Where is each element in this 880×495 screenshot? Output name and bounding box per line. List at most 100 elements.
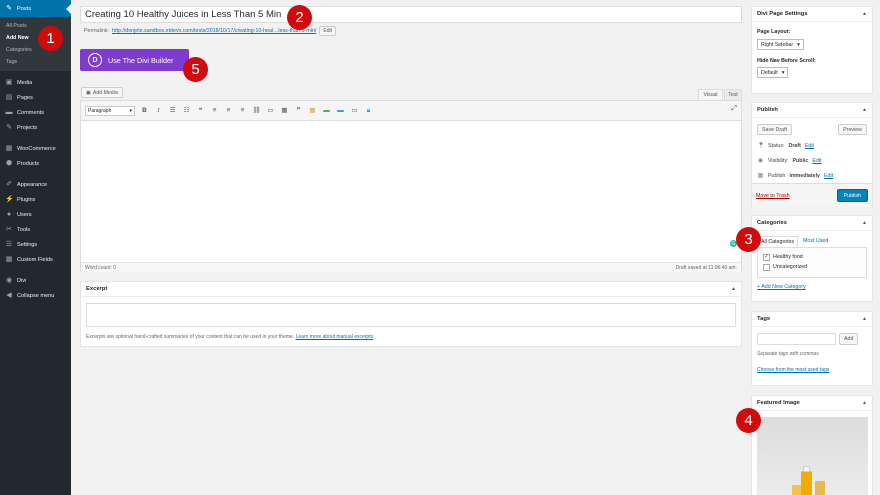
- format-select-value: Paragraph: [88, 107, 112, 114]
- excerpt-header[interactable]: Excerpt ▲: [81, 282, 741, 297]
- sidebar-item-posts[interactable]: ✎ Posts: [0, 0, 71, 17]
- schedule-edit-link[interactable]: Edit: [824, 173, 833, 179]
- collapse-arrow-icon[interactable]: ▲: [862, 316, 867, 322]
- bullet-list-icon[interactable]: ☰: [168, 106, 177, 115]
- tab-text[interactable]: Text: [724, 89, 742, 100]
- sidebar-item-products[interactable]: ⬢ Products: [0, 156, 71, 171]
- sidebar-item-label: WooCommerce: [17, 145, 56, 152]
- permalink-link[interactable]: http://donjete.sandbox.etdevs.com/tests/…: [112, 28, 316, 34]
- collapse-arrow-icon[interactable]: ▲: [862, 107, 867, 113]
- color-grid-icon[interactable]: ▦: [308, 106, 317, 115]
- add-new-category-link[interactable]: + Add New Category: [757, 284, 806, 290]
- green-bar-icon[interactable]: ▬: [322, 106, 331, 115]
- sidebar-item-label: Custom Fields: [17, 256, 53, 263]
- divi-logo-icon: D: [88, 53, 102, 67]
- divi-button-label: Use The Divi Builder: [108, 55, 174, 65]
- sidebar-item-plugins[interactable]: ⚡ Plugins: [0, 192, 71, 207]
- preview-button[interactable]: Preview: [838, 124, 867, 135]
- align-center-icon[interactable]: ≡: [224, 106, 233, 115]
- lock-icon[interactable]: 🔒︎: [364, 106, 373, 115]
- featured-image-thumbnail[interactable]: [757, 417, 868, 495]
- sidebar-item-label: Tools: [17, 226, 31, 233]
- visibility-label: Visibility:: [768, 157, 789, 164]
- post-title-input[interactable]: Creating 10 Healthy Juices in Less Than …: [80, 6, 742, 23]
- featured-image-header[interactable]: Featured Image ▲: [752, 396, 872, 411]
- collapse-arrow-icon[interactable]: ▲: [731, 286, 736, 292]
- fullscreen-icon[interactable]: ⤢: [731, 105, 737, 113]
- sidebar-item-tools[interactable]: ✂ Tools: [0, 222, 71, 237]
- status-label: Status:: [768, 142, 785, 149]
- format-select[interactable]: Paragraph ▾: [85, 105, 135, 116]
- sidebar-item-users[interactable]: ● Users: [0, 207, 71, 222]
- collapse-arrow-icon[interactable]: ▲: [862, 11, 867, 17]
- publish-button[interactable]: Publish: [836, 189, 868, 202]
- permalink-edit-button[interactable]: Edit: [319, 26, 336, 36]
- visibility-edit-link[interactable]: Edit: [812, 158, 821, 164]
- gray-box-icon[interactable]: ▭: [350, 106, 359, 115]
- excerpt-textarea[interactable]: [86, 303, 736, 327]
- categories-header[interactable]: Categories ▲: [752, 216, 872, 231]
- sidebar-item-settings[interactable]: ☰ Settings: [0, 237, 71, 252]
- sidebar-item-appearance[interactable]: ✐ Appearance: [0, 177, 71, 192]
- hide-nav-select[interactable]: Default ▾: [757, 67, 789, 78]
- sidebar-item-pages[interactable]: ▤ Pages: [0, 90, 71, 105]
- add-media-button[interactable]: ▣ Add Media: [81, 87, 123, 98]
- sidebar-item-label: Settings: [17, 241, 38, 248]
- italic-icon[interactable]: I: [154, 106, 163, 115]
- sidebar-collapse-menu[interactable]: ◀ Collapse menu: [0, 288, 71, 303]
- page-layout-value: Right Sidebar: [761, 41, 794, 48]
- excerpt-help-link[interactable]: Learn more about manual excerpts: [296, 334, 374, 340]
- save-draft-button[interactable]: Save Draft: [757, 124, 793, 135]
- read-more-icon[interactable]: ▭: [266, 106, 275, 115]
- collapse-arrow-icon[interactable]: ▲: [862, 400, 867, 406]
- numbered-list-icon[interactable]: ☷: [182, 106, 191, 115]
- tags-header[interactable]: Tags ▲: [752, 312, 872, 327]
- sidebar-item-woocommerce[interactable]: ▦ WooCommerce: [0, 141, 71, 156]
- sidebar-item-projects[interactable]: ✎ Projects: [0, 120, 71, 135]
- sidebar-item-label: Users: [17, 211, 32, 218]
- align-left-icon[interactable]: ≡: [210, 106, 219, 115]
- settings-icon: ☰: [5, 240, 13, 248]
- tag-input[interactable]: [757, 333, 836, 345]
- blue-box-icon[interactable]: ▬: [336, 106, 345, 115]
- publish-box: Publish ▲ Save Draft Preview 📍︎ Status: …: [751, 102, 873, 207]
- tab-visual[interactable]: Visual: [698, 89, 723, 100]
- link-icon[interactable]: ⛓: [252, 106, 261, 115]
- add-tag-button[interactable]: Add: [839, 333, 859, 345]
- sidebar-item-comments[interactable]: ▬ Comments: [0, 105, 71, 120]
- publish-header[interactable]: Publish ▲: [752, 103, 872, 118]
- sidebar-item-divi[interactable]: ◉ Divi: [0, 273, 71, 288]
- eye-icon: ◉: [757, 158, 764, 164]
- choose-most-used-tags-link[interactable]: Choose from the most used tags: [757, 367, 829, 373]
- submenu-tags[interactable]: Tags: [0, 56, 71, 68]
- blockquote-icon[interactable]: ❝: [196, 106, 205, 115]
- align-right-icon[interactable]: ≡: [238, 106, 247, 115]
- excerpt-help-label: Excerpts are optional hand-crafted summa…: [86, 334, 295, 340]
- editor-text-area[interactable]: [81, 121, 741, 262]
- bold-icon[interactable]: B: [140, 106, 149, 115]
- excerpt-title: Excerpt: [86, 286, 108, 292]
- checkbox-empty-icon[interactable]: [763, 263, 770, 271]
- checkbox-checked-icon[interactable]: ✓: [763, 253, 770, 261]
- use-divi-builder-button[interactable]: D Use The Divi Builder: [80, 49, 189, 71]
- status-edit-link[interactable]: Edit: [805, 143, 814, 149]
- excerpt-help-text: Excerpts are optional hand-crafted summa…: [86, 334, 373, 340]
- sidebar-item-custom-fields[interactable]: ▦ Custom Fields: [0, 252, 71, 267]
- shortcode-quote-icon[interactable]: ❞: [294, 106, 303, 115]
- products-icon: ⬢: [5, 159, 13, 167]
- woocommerce-icon: ▦: [5, 144, 13, 152]
- sidebar-item-label: Plugins: [17, 196, 36, 203]
- page-layout-select[interactable]: Right Sidebar ▾: [757, 39, 804, 50]
- category-item-uncategorized[interactable]: Uncategorized: [763, 262, 861, 272]
- divi-settings-header[interactable]: Divi Page Settings ▲: [752, 7, 872, 22]
- toolbar-toggle-icon[interactable]: ▦: [280, 106, 289, 115]
- move-to-trash-link[interactable]: Move to Trash: [756, 193, 790, 199]
- tab-all-categories[interactable]: All Categories: [757, 236, 798, 247]
- page-layout-label: Page Layout:: [757, 29, 791, 35]
- chevron-down-icon: ▾: [797, 41, 800, 48]
- collapse-icon: ◀: [6, 291, 12, 299]
- collapse-arrow-icon[interactable]: ▲: [862, 220, 867, 226]
- sidebar-item-media[interactable]: ▣ Media: [0, 75, 71, 90]
- category-item-healthy-food[interactable]: ✓ Healthy food: [763, 252, 861, 262]
- tab-most-used[interactable]: Most Used: [798, 236, 833, 247]
